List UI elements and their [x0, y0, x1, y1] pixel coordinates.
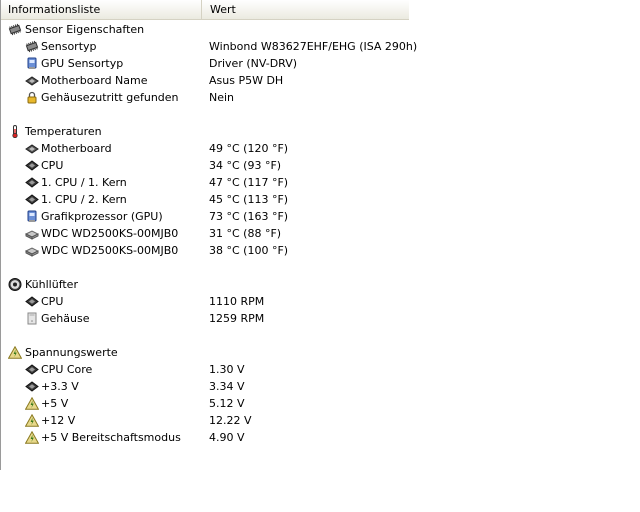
column-header-name[interactable]: Informationsliste: [1, 0, 202, 19]
group-header[interactable]: Spannungswerte: [1, 344, 409, 361]
item-value: Asus P5W DH: [209, 74, 284, 87]
hard-drive-icon: [25, 227, 39, 240]
gpu-icon: [25, 57, 39, 70]
item-value: 1.30 V: [209, 363, 245, 376]
list-item[interactable]: GPU Sensortyp Driver (NV-DRV): [1, 55, 409, 72]
list-item[interactable]: Gehäusezutritt gefunden Nein: [1, 89, 409, 106]
item-value: 73 °C (163 °F): [209, 210, 289, 223]
list-item[interactable]: CPU Core 1.30 V: [1, 361, 409, 378]
voltage-icon: [8, 346, 22, 359]
item-label: 1. CPU / 2. Kern: [41, 193, 127, 206]
cpu-icon: [25, 295, 39, 308]
list-item[interactable]: +5 V 5.12 V: [1, 395, 409, 412]
item-label: WDC WD2500KS-00MJB0: [41, 227, 179, 240]
item-value: Winbond W83627EHF/EHG (ISA 290h): [209, 40, 418, 53]
item-label: GPU Sensortyp: [41, 57, 124, 70]
item-label: +5 V Bereitschaftsmodus: [41, 431, 181, 444]
lock-icon: [25, 91, 39, 104]
item-value: 5.12 V: [209, 397, 245, 410]
cpu-icon: [25, 363, 39, 376]
list-item[interactable]: WDC WD2500KS-00MJB0 31 °C (88 °F): [1, 225, 409, 242]
chip-icon: [25, 40, 39, 53]
item-label: Grafikprozessor (GPU): [41, 210, 163, 223]
item-value: 12.22 V: [209, 414, 252, 427]
motherboard-icon: [25, 142, 39, 155]
gpu-icon: [25, 210, 39, 223]
item-label: +12 V: [41, 414, 76, 427]
list-item[interactable]: Sensortyp Winbond W83627EHF/EHG (ISA 290h…: [1, 38, 417, 55]
item-value: 45 °C (113 °F): [209, 193, 289, 206]
item-label: Sensortyp: [41, 40, 97, 53]
list-item[interactable]: WDC WD2500KS-00MJB0 38 °C (100 °F): [1, 242, 409, 259]
item-value: 3.34 V: [209, 380, 245, 393]
item-label: +5 V: [41, 397, 69, 410]
list-item[interactable]: 1. CPU / 1. Kern 47 °C (117 °F): [1, 174, 409, 191]
item-value: Driver (NV-DRV): [209, 57, 298, 70]
list-item[interactable]: Grafikprozessor (GPU) 73 °C (163 °F): [1, 208, 409, 225]
group-title: Sensor Eigenschaften: [25, 23, 145, 36]
item-label: Gehäuse: [41, 312, 90, 325]
item-value: 1259 RPM: [209, 312, 265, 325]
item-label: Motherboard: [41, 142, 112, 155]
list-item[interactable]: Gehäuse 1259 RPM: [1, 310, 409, 327]
item-label: Motherboard Name: [41, 74, 148, 87]
item-value: 31 °C (88 °F): [209, 227, 282, 240]
group-title: Kühllüfter: [25, 278, 78, 291]
list-item[interactable]: Motherboard 49 °C (120 °F): [1, 140, 409, 157]
item-value: 47 °C (117 °F): [209, 176, 289, 189]
item-value: Nein: [209, 91, 235, 104]
item-value: 34 °C (93 °F): [209, 159, 282, 172]
list-item[interactable]: 1. CPU / 2. Kern 45 °C (113 °F): [1, 191, 409, 208]
list-item[interactable]: CPU 34 °C (93 °F): [1, 157, 409, 174]
column-header-value[interactable]: Wert: [203, 0, 409, 19]
item-label: CPU: [41, 159, 64, 172]
item-label: WDC WD2500KS-00MJB0: [41, 244, 179, 257]
item-value: 49 °C (120 °F): [209, 142, 289, 155]
hard-drive-icon: [25, 244, 39, 257]
sensor-list: Sensor Eigenschaften Sensortyp Winbond W83…: [1, 21, 417, 446]
motherboard-icon: [25, 74, 39, 87]
item-value: 38 °C (100 °F): [209, 244, 289, 257]
list-item[interactable]: Motherboard Name Asus P5W DH: [1, 72, 409, 89]
fan-icon: [8, 278, 22, 291]
item-value: 1110 RPM: [209, 295, 265, 308]
group-title: Spannungswerte: [25, 346, 118, 359]
item-label: Gehäusezutritt gefunden: [41, 91, 179, 104]
cpu-icon: [25, 159, 39, 172]
cpu-icon: [25, 176, 39, 189]
thermometer-icon: [8, 125, 22, 138]
list-item[interactable]: CPU 1110 RPM: [1, 293, 409, 310]
item-label: +3.3 V: [41, 380, 79, 393]
item-label: CPU Core: [41, 363, 93, 376]
item-label: CPU: [41, 295, 64, 308]
group-header[interactable]: Sensor Eigenschaften: [1, 21, 409, 38]
voltage-icon: [25, 414, 39, 427]
chip-icon: [8, 23, 22, 36]
list-item[interactable]: +5 V Bereitschaftsmodus 4.90 V: [1, 429, 409, 446]
item-label: 1. CPU / 1. Kern: [41, 176, 127, 189]
group-title: Temperaturen: [25, 125, 102, 138]
voltage-icon: [25, 397, 39, 410]
group-header[interactable]: Temperaturen: [1, 123, 409, 140]
list-item[interactable]: +3.3 V 3.34 V: [1, 378, 409, 395]
list-header: Informationsliste Wert: [1, 0, 409, 20]
voltage-icon: [25, 431, 39, 444]
cpu-icon: [25, 193, 39, 206]
item-value: 4.90 V: [209, 431, 245, 444]
sensor-list-panel: Informationsliste Wert Sensor Eigenschaf…: [0, 0, 417, 470]
case-icon: [25, 312, 39, 325]
cpu-icon: [25, 380, 39, 393]
list-item[interactable]: +12 V 12.22 V: [1, 412, 409, 429]
group-header[interactable]: Kühllüfter: [1, 276, 409, 293]
